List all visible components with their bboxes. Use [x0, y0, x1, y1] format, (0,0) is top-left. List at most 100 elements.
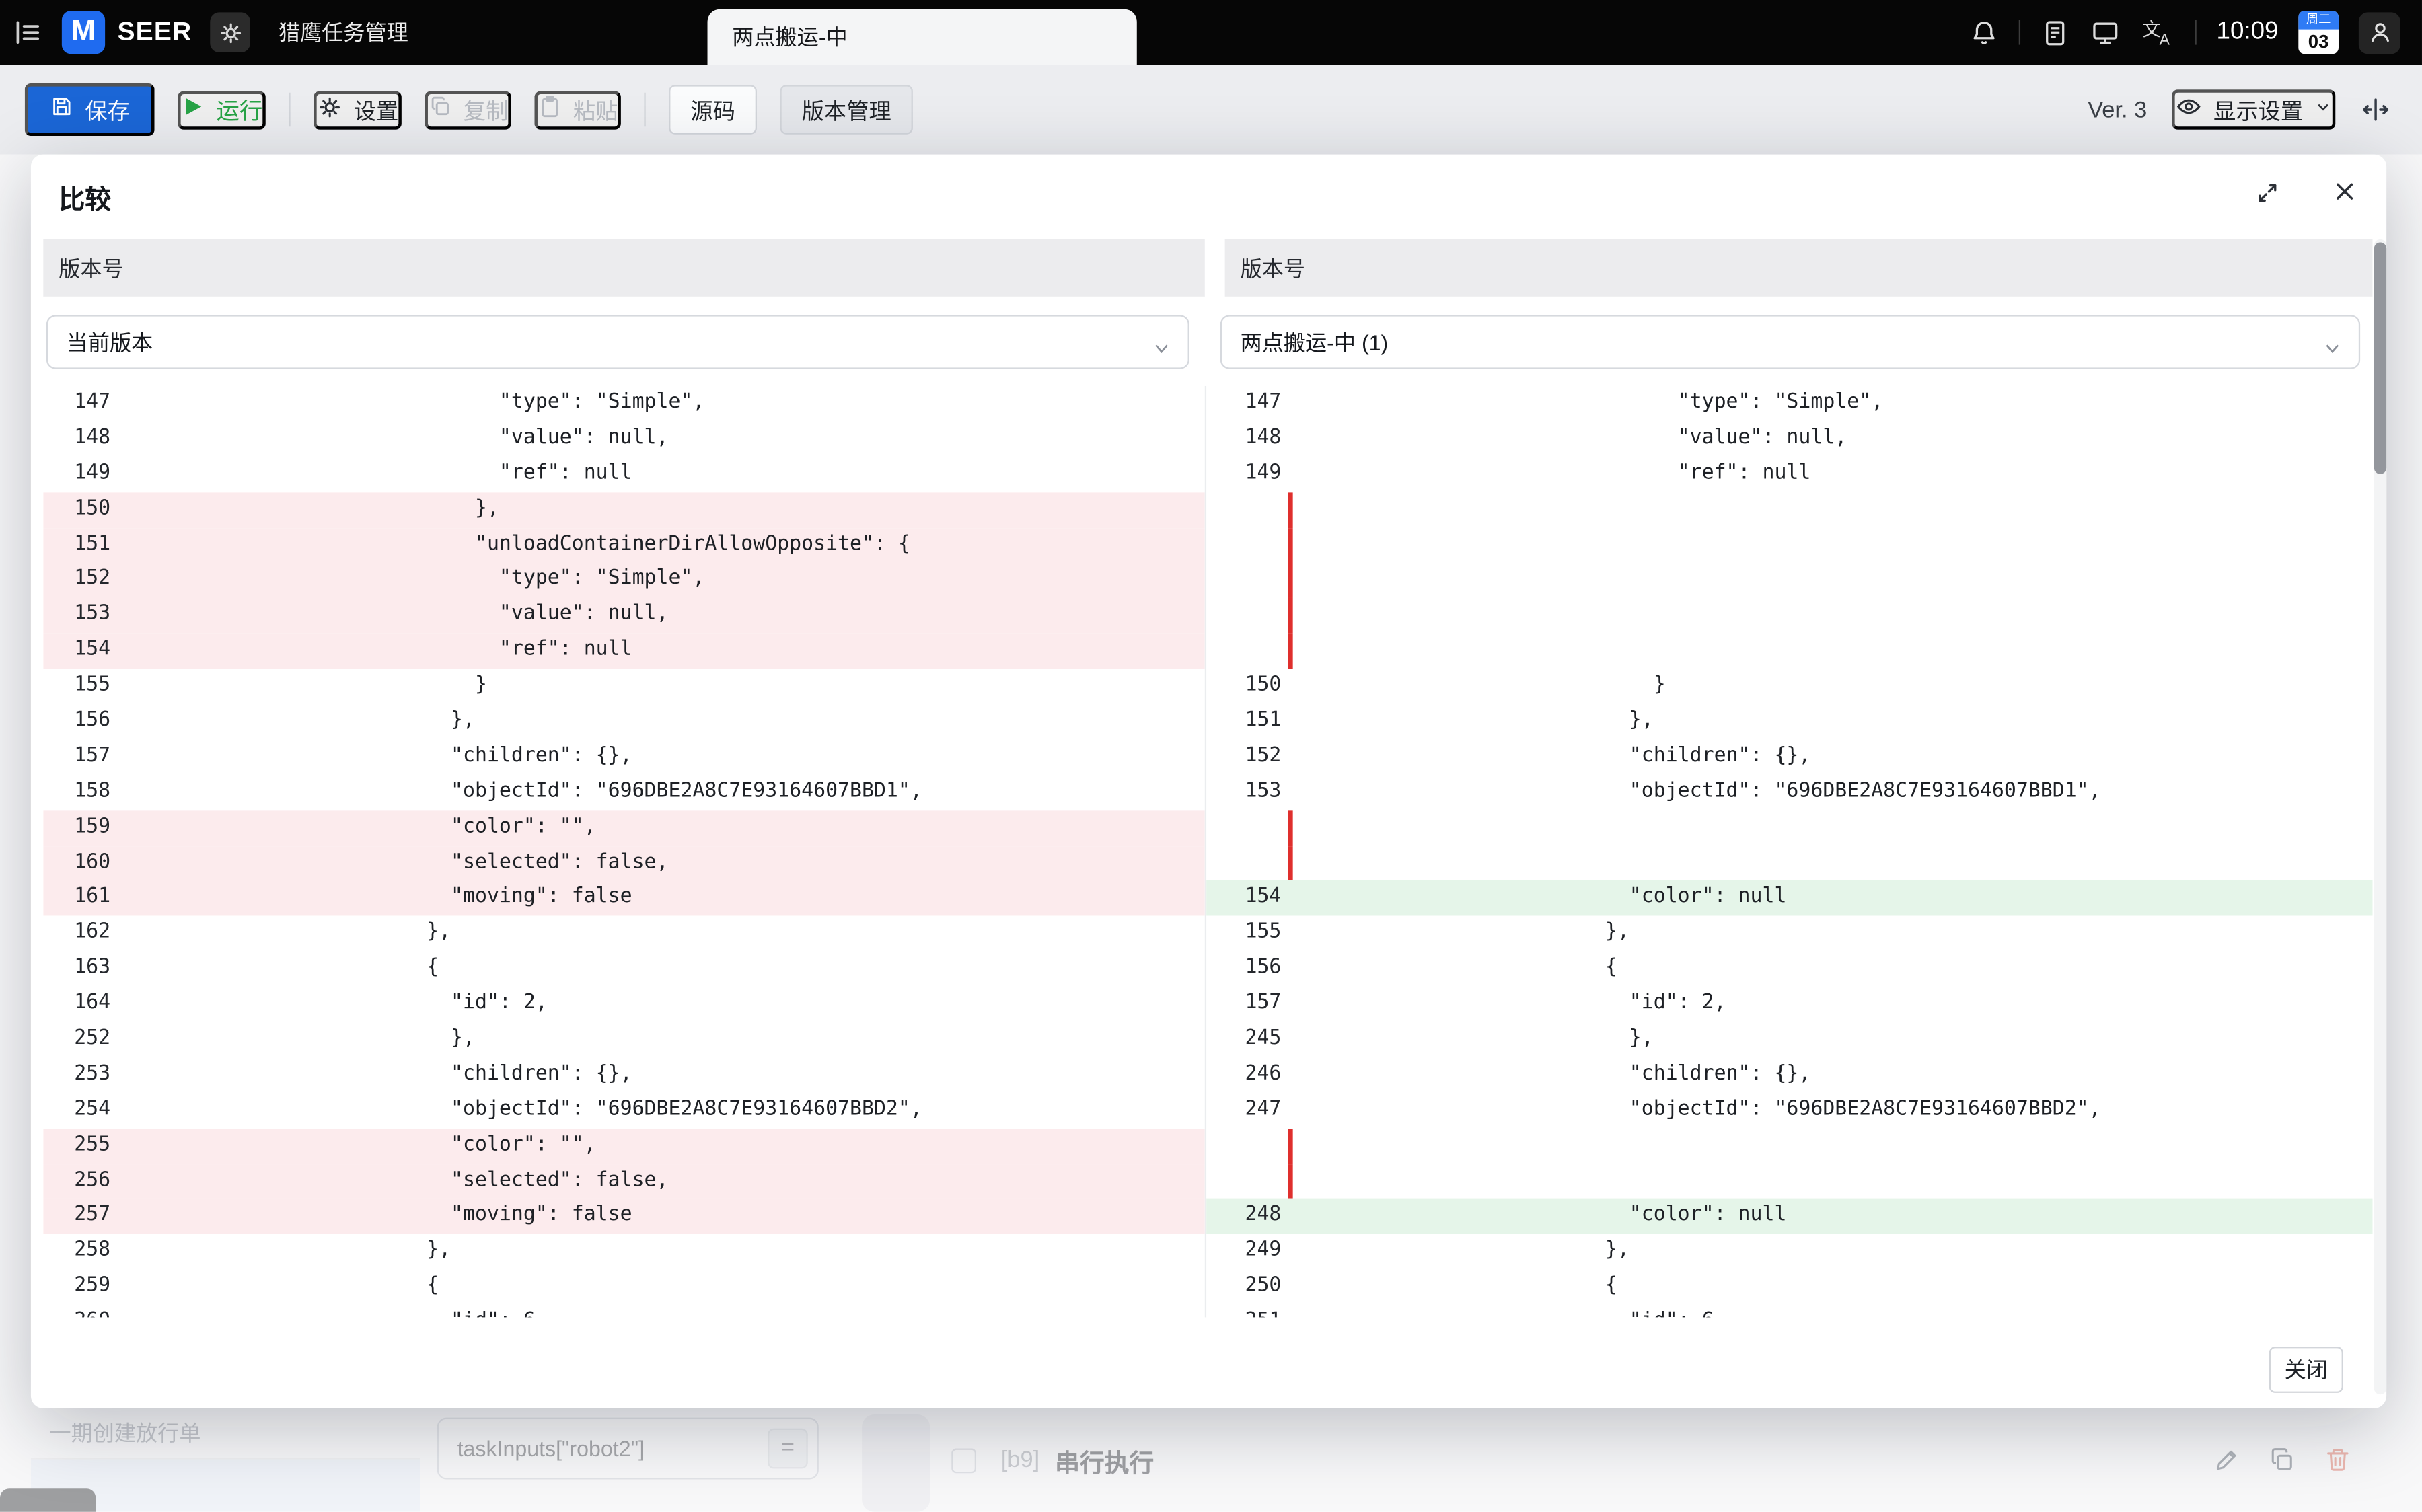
play-icon — [181, 94, 206, 125]
diff-row: 149 "ref": null — [1245, 461, 1811, 485]
tab-task-label: 两点搬运-中 — [732, 24, 848, 50]
display-settings-button[interactable]: 显示设置 — [2172, 89, 2336, 130]
monitor-icon[interactable] — [2090, 17, 2121, 47]
app-logo: M — [61, 11, 106, 54]
diff-row: 162 }, — [74, 921, 451, 944]
version-select-left-value: 当前版本 — [66, 330, 153, 354]
topbar-divider — [2018, 20, 2020, 45]
paste-button[interactable]: 粘贴 — [534, 90, 621, 129]
version-select-left[interactable]: 当前版本 — [46, 315, 1189, 369]
diff-row: 254 "objectId": "696DBE2A8C7E93164607BBD… — [74, 1097, 922, 1121]
diff-row: 253 "children": {}, — [74, 1062, 632, 1086]
diff-row: 160 "selected": false, — [43, 845, 1205, 881]
svg-text:A: A — [2160, 31, 2170, 48]
run-button[interactable]: 运行 — [178, 90, 266, 129]
scrollbar-thumb[interactable] — [2374, 242, 2387, 474]
workspace-title: 猎鹰任务管理 — [278, 20, 408, 45]
sidebar-toggle-icon[interactable] — [12, 17, 43, 48]
modal-scrollbar[interactable] — [2374, 239, 2387, 1395]
diff-row: 149 "ref": null — [74, 461, 632, 485]
close-button[interactable]: 关闭 — [2269, 1347, 2343, 1393]
diff-row — [1206, 527, 2372, 563]
diff-row: 258 }, — [74, 1239, 451, 1262]
diff-row — [1206, 633, 2372, 669]
version-select-right-value: 两点搬运-中 (1) — [1240, 330, 1389, 354]
save-icon — [49, 94, 74, 125]
left-column-header: 版本号 — [43, 239, 1205, 297]
clock-time: 10:09 — [2216, 18, 2279, 45]
app-root: M SEER 猎鹰任务管理 两点搬运-中 文 A 10:09 周二 03 保存 … — [0, 0, 2422, 1512]
chevron-down-icon — [2323, 337, 2342, 362]
diff-row: 245 }, — [1245, 1026, 1654, 1051]
version-label: Ver. 3 — [2088, 96, 2148, 123]
diff-row: 153 "objectId": "696DBE2A8C7E93164607BBD… — [1245, 779, 2101, 803]
copy-button[interactable]: 复制 — [425, 90, 511, 129]
diff-row: 155 } — [74, 673, 487, 697]
diff-row — [1206, 845, 2372, 881]
diff-row: 156 { — [1245, 956, 1617, 980]
diff-row: 260 "id": 6, — [43, 1305, 1205, 1317]
save-button[interactable]: 保存 — [24, 83, 155, 137]
diff-row: 155 }, — [1245, 921, 1629, 944]
panel-toggle-icon[interactable] — [2360, 94, 2391, 125]
svg-text:文: 文 — [2142, 19, 2161, 40]
tab-task[interactable]: 两点搬运-中 — [707, 9, 1137, 65]
eye-icon — [2175, 93, 2203, 127]
close-icon[interactable] — [2329, 176, 2360, 207]
diff-row: 153 "value": null, — [43, 598, 1205, 634]
topbar: M SEER 猎鹰任务管理 两点搬运-中 文 A 10:09 周二 03 — [0, 0, 2422, 65]
toolbar-divider — [644, 92, 646, 127]
toolbar-divider — [289, 92, 291, 127]
diff-row: 247 "objectId": "696DBE2A8C7E93164607BBD… — [1245, 1097, 2101, 1121]
chevron-down-icon — [1152, 337, 1171, 362]
diff-row: 249 }, — [1245, 1239, 1629, 1262]
copy-icon — [428, 94, 453, 125]
workspace-gear-icon[interactable] — [210, 12, 251, 53]
calendar-weekday: 周二 — [2298, 11, 2339, 30]
diff-row: 148 "value": null, — [74, 426, 669, 449]
report-icon[interactable] — [2041, 17, 2070, 47]
diff-row: 156 }, — [74, 708, 475, 732]
settings-button[interactable]: 设置 — [314, 90, 402, 129]
expand-icon[interactable] — [2252, 178, 2283, 209]
diff-row — [1206, 810, 2372, 846]
diff-row: 252 }, — [74, 1026, 475, 1051]
calendar-date[interactable]: 周二 03 — [2298, 11, 2339, 54]
toolbar: 保存 运行 设置 复制 粘贴 源码 版本管理 Ver. 3 显示设置 — [0, 65, 2422, 155]
diff-row: 159 "color": "", — [43, 810, 1205, 846]
diff-row: 164 "id": 2, — [74, 991, 548, 1015]
avatar[interactable] — [2358, 11, 2400, 54]
bell-icon[interactable] — [1969, 17, 1999, 47]
chevron-down-icon — [2314, 98, 2333, 122]
diff-row — [1206, 1128, 2372, 1164]
diff-row: 163 { — [74, 956, 439, 980]
diff-row: 151 }, — [1245, 708, 1654, 732]
diff-row — [1206, 1164, 2372, 1199]
gear-icon — [317, 93, 343, 126]
diff-row: 154 "color": null — [1206, 880, 2373, 917]
diff-row — [1206, 492, 2372, 528]
diff-row: 246 "children": {}, — [1245, 1062, 1811, 1086]
version-select-right[interactable]: 两点搬运-中 (1) — [1220, 315, 2361, 369]
diff-row: 259 { — [74, 1274, 439, 1298]
translate-icon[interactable]: 文 A — [2141, 17, 2175, 48]
diff-pane-left: 147 "type": "Simple", 148 "value": null, 1… — [43, 386, 1205, 1317]
right-column-header: 版本号 — [1224, 239, 2373, 297]
topbar-divider — [2195, 20, 2197, 45]
diff-pane-right: 147 "type": "Simple", 148 "value": null, 1… — [1204, 385, 2373, 1318]
diff-row: 150 } — [1245, 673, 1666, 697]
compare-modal: 比较 版本号 版本号 当前版本 两点搬运-中 (1) 147 "type": "… — [30, 154, 2387, 1408]
diff-row: 147 "type": "Simple", — [1245, 390, 1884, 414]
diff-row: 150 }, — [43, 492, 1205, 528]
version-management-button[interactable]: 版本管理 — [780, 85, 913, 135]
diff-row: 257 "moving": false — [43, 1199, 1205, 1235]
diff-row: 147 "type": "Simple", — [74, 390, 705, 414]
diff-row: 151 "unloadContainerDirAllowOpposite": { — [43, 527, 1205, 563]
diff-row — [1206, 562, 2372, 599]
diff-row: 157 "children": {}, — [74, 744, 632, 767]
diff-row: 152 "type": "Simple", — [43, 562, 1205, 599]
diff-row — [1206, 598, 2372, 634]
paste-icon — [538, 94, 562, 125]
source-code-button[interactable]: 源码 — [669, 85, 758, 135]
diff-row: 161 "moving": false — [43, 880, 1205, 917]
